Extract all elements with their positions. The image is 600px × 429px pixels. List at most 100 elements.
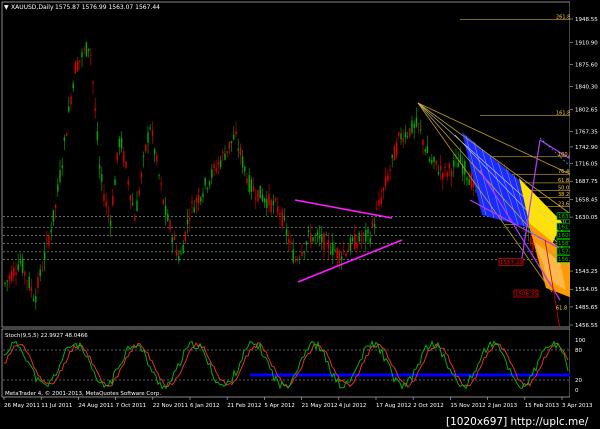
candle-body: [294, 260, 297, 262]
candle-body: [248, 175, 250, 193]
candle-body: [446, 172, 448, 177]
candle-body: [213, 164, 215, 169]
candle-body: [398, 132, 400, 136]
candle-body: [211, 169, 213, 179]
candle-body: [329, 251, 332, 254]
candle-body: [382, 187, 385, 191]
chart-window[interactable]: 261.8161.8100.076.461.850.038.223.60.061…: [0, 0, 600, 429]
fib-level-label: 50.0: [558, 185, 569, 191]
fib-level-label: 61.8: [558, 178, 569, 184]
candle-body: [406, 135, 409, 137]
candle-body: [532, 241, 534, 250]
candle-body: [356, 242, 358, 248]
candle-body: [292, 249, 294, 263]
candle-body: [186, 219, 189, 225]
candle-body: [426, 146, 429, 154]
candle-body: [131, 203, 134, 205]
candle-body: [380, 197, 382, 205]
date-tick-label: 6 Jan 2012: [190, 403, 219, 409]
date-tick-label: 15 Feb 2013: [525, 403, 560, 409]
price-tick-label: 1910.90: [575, 40, 598, 46]
candle-body: [138, 190, 140, 195]
candle-body: [343, 250, 345, 252]
candle-body: [195, 198, 198, 203]
candle-body: [246, 178, 248, 184]
candle-body: [116, 152, 118, 161]
price-tick-label: 1658.45: [575, 197, 598, 203]
price-tick-label: 1514.05: [575, 287, 598, 293]
candle-body: [197, 194, 200, 203]
candle-body: [37, 276, 39, 288]
candle-body: [404, 132, 407, 138]
stoch-tick-label: 0: [575, 388, 579, 394]
date-tick-label: 4 Jul 2012: [339, 403, 367, 409]
candle-body: [123, 151, 125, 163]
candle-body: [94, 108, 96, 111]
date-tick-label: 24 Aug 2011: [78, 403, 113, 409]
candle-body: [224, 153, 226, 160]
date-tick-label: 3 Apr 2013: [562, 403, 593, 409]
candle-body: [193, 207, 195, 213]
candle-body: [312, 237, 314, 242]
candle-body: [393, 146, 396, 161]
candle-body: [112, 196, 114, 205]
candle-body: [305, 241, 308, 245]
price-tick-label: 1767.35: [575, 130, 598, 136]
price-tick-label: 1802.65: [575, 108, 598, 114]
candle-body: [431, 159, 433, 164]
candle-body: [68, 106, 70, 112]
candle-body: [41, 269, 44, 271]
candle-body: [376, 208, 378, 210]
candle-body: [206, 188, 209, 190]
candle-body: [8, 275, 11, 279]
candle-body: [81, 52, 83, 58]
candle-body: [208, 181, 211, 186]
candle-body: [160, 183, 162, 185]
candle-body: [118, 138, 121, 147]
ohlc-values: 1575.87 1576.99 1563.07 1567.44: [55, 4, 160, 11]
candle-body: [158, 174, 160, 176]
candle-body: [96, 131, 99, 141]
candle-body: [285, 229, 288, 236]
candle-body: [200, 197, 202, 202]
price-tick-label: 1485.65: [575, 305, 598, 311]
candle-body: [336, 248, 338, 259]
candle-body: [107, 215, 110, 217]
candle-body: [470, 173, 473, 188]
candle-body: [310, 233, 312, 243]
candle-body: [167, 213, 169, 222]
candle-body: [444, 167, 446, 168]
date-tick-label: 21 Feb 2012: [227, 403, 261, 409]
candle-body: [101, 174, 103, 182]
candle-body: [191, 201, 193, 204]
candle-body: [373, 224, 376, 227]
price-tick-label: 1543.25: [575, 269, 598, 275]
date-tick-label: 5 Apr 2012: [264, 403, 295, 409]
candle-body: [400, 133, 402, 140]
candle-body: [283, 217, 286, 220]
candle-body: [222, 151, 224, 154]
candle-body: [468, 179, 470, 185]
candle-body: [30, 287, 33, 291]
candle-body: [448, 163, 451, 169]
candle-body: [466, 177, 468, 181]
price-tick-label: 1630.05: [575, 215, 598, 221]
chart-symbol-arrow-icon: ▼: [4, 4, 9, 11]
candle-body: [296, 258, 299, 261]
candle-body: [334, 249, 336, 251]
candle-body: [233, 134, 235, 140]
candle-body: [85, 42, 88, 57]
candle-body: [332, 242, 334, 256]
candle-body: [340, 256, 343, 260]
candle-body: [83, 48, 85, 51]
candle-body: [378, 199, 380, 206]
candle-body: [142, 155, 145, 157]
candle-body: [301, 251, 303, 256]
copyright-text: MetaTrader 4, © 2001-2013, MetaQuotes So…: [5, 390, 161, 397]
candle-body: [435, 160, 437, 165]
candle-body: [327, 239, 330, 249]
candle-body: [237, 148, 239, 151]
candle-body: [450, 170, 453, 177]
candle-body: [365, 230, 367, 242]
candle-body: [277, 206, 279, 213]
